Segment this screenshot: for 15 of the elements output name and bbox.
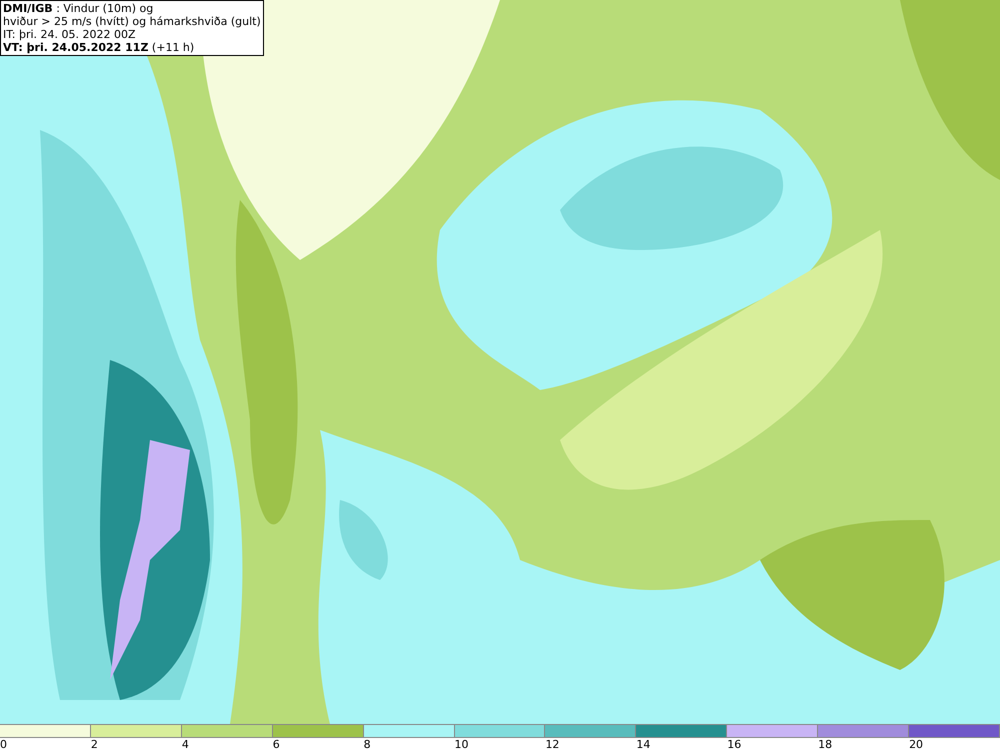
info-text: IT: þri. 24. 05. 2022 00Z (3, 28, 137, 41)
info-text: VT: þri. 24.05.2022 11Z (+11 h) (3, 41, 196, 54)
legend-label: 16 (727, 738, 742, 752)
legend-label: 20 (909, 738, 924, 752)
legend-label: 2 (90, 738, 98, 752)
info-text: hviður > 25 m/s (hvítt) og hámarkshviða (gult) (3, 15, 261, 28)
legend-label: 6 (272, 738, 280, 752)
legend-label: 10 (454, 738, 469, 752)
legend-label: 0 (0, 738, 7, 752)
legend-label: 18 (818, 738, 832, 752)
legend-label: 4 (182, 738, 189, 752)
info-text: DMI/IGB : Vindur (10m) og (3, 2, 154, 15)
legend-label: 14 (636, 738, 650, 752)
legend-label: 12 (545, 738, 560, 752)
legend-label: 8 (364, 738, 371, 752)
